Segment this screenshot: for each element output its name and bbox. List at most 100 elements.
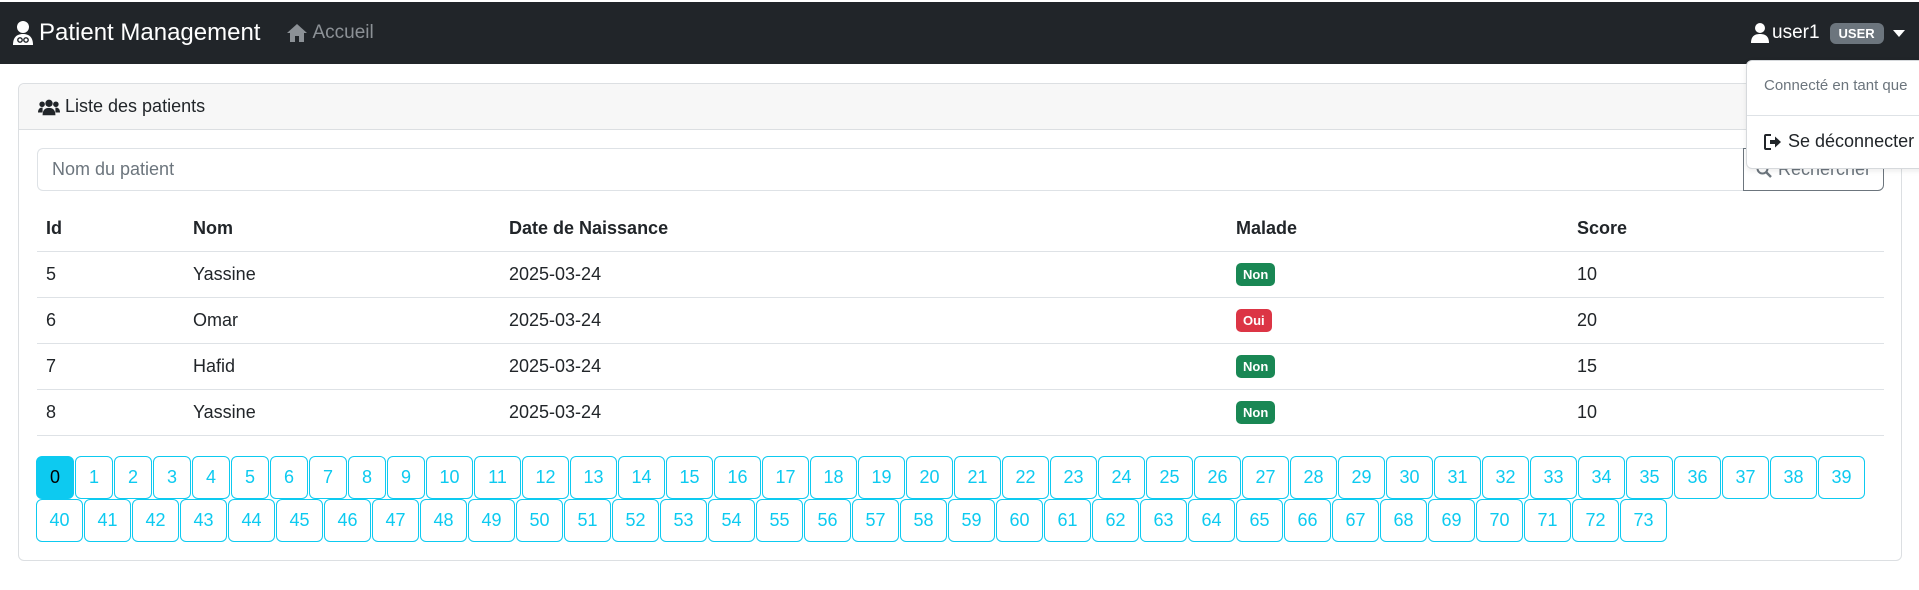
card-title: Liste des patients <box>65 96 206 116</box>
page-link[interactable]: 60 <box>996 499 1043 542</box>
brand-link[interactable]: Patient Management <box>12 19 260 47</box>
page-link[interactable]: 32 <box>1482 456 1529 499</box>
page-link[interactable]: 20 <box>906 456 953 499</box>
cell-id: 5 <box>37 251 184 298</box>
page-link[interactable]: 0 <box>36 456 74 499</box>
page-link[interactable]: 30 <box>1386 456 1433 499</box>
page-link[interactable]: 50 <box>516 499 563 542</box>
page-link[interactable]: 40 <box>36 499 83 542</box>
page-link[interactable]: 17 <box>762 456 809 499</box>
page-link[interactable]: 62 <box>1092 499 1139 542</box>
logout-menu-item[interactable]: Se déconnecter <box>1764 131 1914 152</box>
page-link[interactable]: 55 <box>756 499 803 542</box>
page-link[interactable]: 59 <box>948 499 995 542</box>
page-link[interactable]: 63 <box>1140 499 1187 542</box>
page-link[interactable]: 44 <box>228 499 275 542</box>
page-link[interactable]: 71 <box>1524 499 1571 542</box>
page-link[interactable]: 54 <box>708 499 755 542</box>
page-link[interactable]: 24 <box>1098 456 1145 499</box>
page-link[interactable]: 42 <box>132 499 179 542</box>
page-link[interactable]: 39 <box>1818 456 1865 499</box>
page-link[interactable]: 45 <box>276 499 323 542</box>
user-icon <box>1751 23 1769 43</box>
page-link[interactable]: 46 <box>324 499 371 542</box>
page-link[interactable]: 8 <box>348 456 386 499</box>
page-link[interactable]: 70 <box>1476 499 1523 542</box>
page-link[interactable]: 12 <box>522 456 569 499</box>
logout-label: Se déconnecter <box>1788 131 1915 151</box>
page-link[interactable]: 48 <box>420 499 467 542</box>
brand-title: Patient Management <box>39 19 261 46</box>
page-link[interactable]: 53 <box>660 499 707 542</box>
cell-id: 8 <box>37 389 184 436</box>
column-header-date: Date de Naissance <box>500 206 1227 252</box>
page-link[interactable]: 68 <box>1380 499 1427 542</box>
page-link[interactable]: 6 <box>270 456 308 499</box>
cell-malade: Non <box>1227 251 1568 298</box>
page-link[interactable]: 52 <box>612 499 659 542</box>
cell-malade: Oui <box>1227 297 1568 344</box>
cell-date: 2025-03-24 <box>500 251 1227 298</box>
page-link[interactable]: 5 <box>231 456 269 499</box>
page-link[interactable]: 2 <box>114 456 152 499</box>
page-link[interactable]: 34 <box>1578 456 1625 499</box>
page-link[interactable]: 11 <box>474 456 521 499</box>
page-link[interactable]: 58 <box>900 499 947 542</box>
page-link[interactable]: 27 <box>1242 456 1289 499</box>
page-link[interactable]: 51 <box>564 499 611 542</box>
page-link[interactable]: 4 <box>192 456 230 499</box>
page-link[interactable]: 9 <box>387 456 425 499</box>
page-link[interactable]: 25 <box>1146 456 1193 499</box>
cell-id: 7 <box>37 343 184 390</box>
page-link[interactable]: 72 <box>1572 499 1619 542</box>
page-link[interactable]: 38 <box>1770 456 1817 499</box>
page-link[interactable]: 23 <box>1050 456 1097 499</box>
page-link[interactable]: 66 <box>1284 499 1331 542</box>
page-link[interactable]: 47 <box>372 499 419 542</box>
patient-search-input[interactable] <box>37 148 1743 191</box>
page-link[interactable]: 61 <box>1044 499 1091 542</box>
cell-nom: Hafid <box>184 343 500 390</box>
page-link[interactable]: 57 <box>852 499 899 542</box>
page-link[interactable]: 10 <box>426 456 473 499</box>
page-link[interactable]: 35 <box>1626 456 1673 499</box>
cell-score: 10 <box>1568 389 1884 436</box>
page-link[interactable]: 16 <box>714 456 761 499</box>
table-row: 8 Yassine 2025-03-24 Non 10 <box>37 389 1884 436</box>
page-link[interactable]: 65 <box>1236 499 1283 542</box>
cell-score: 15 <box>1568 343 1884 390</box>
page-link[interactable]: 73 <box>1620 499 1667 542</box>
page-link[interactable]: 43 <box>180 499 227 542</box>
page-link[interactable]: 69 <box>1428 499 1475 542</box>
page-link[interactable]: 56 <box>804 499 851 542</box>
page-link[interactable]: 49 <box>468 499 515 542</box>
page-link[interactable]: 31 <box>1434 456 1481 499</box>
page-link[interactable]: 36 <box>1674 456 1721 499</box>
page-link[interactable]: 13 <box>570 456 617 499</box>
user-dropdown-menu: Connecté en tant que Se déconnecter <box>1746 60 1919 169</box>
page-link[interactable]: 7 <box>309 456 347 499</box>
page-link[interactable]: 41 <box>84 499 131 542</box>
patients-table: Id Nom Date de Naissance Malade Score 5 … <box>37 206 1884 436</box>
cell-nom: Yassine <box>184 251 500 298</box>
page-link[interactable]: 19 <box>858 456 905 499</box>
users-icon <box>38 99 60 115</box>
page-link[interactable]: 64 <box>1188 499 1235 542</box>
user-menu-toggle[interactable]: user1 USER <box>1751 2 1905 64</box>
nav-home-link[interactable]: Accueil <box>286 22 374 44</box>
page-link[interactable]: 37 <box>1722 456 1769 499</box>
page-link[interactable]: 33 <box>1530 456 1577 499</box>
page-link[interactable]: 18 <box>810 456 857 499</box>
cell-score: 10 <box>1568 251 1884 298</box>
page-link[interactable]: 67 <box>1332 499 1379 542</box>
page-link[interactable]: 14 <box>618 456 665 499</box>
cell-date: 2025-03-24 <box>500 343 1227 390</box>
page-link[interactable]: 15 <box>666 456 713 499</box>
page-link[interactable]: 28 <box>1290 456 1337 499</box>
page-link[interactable]: 1 <box>75 456 113 499</box>
page-link[interactable]: 29 <box>1338 456 1385 499</box>
page-link[interactable]: 26 <box>1194 456 1241 499</box>
page-link[interactable]: 21 <box>954 456 1001 499</box>
page-link[interactable]: 22 <box>1002 456 1049 499</box>
page-link[interactable]: 3 <box>153 456 191 499</box>
